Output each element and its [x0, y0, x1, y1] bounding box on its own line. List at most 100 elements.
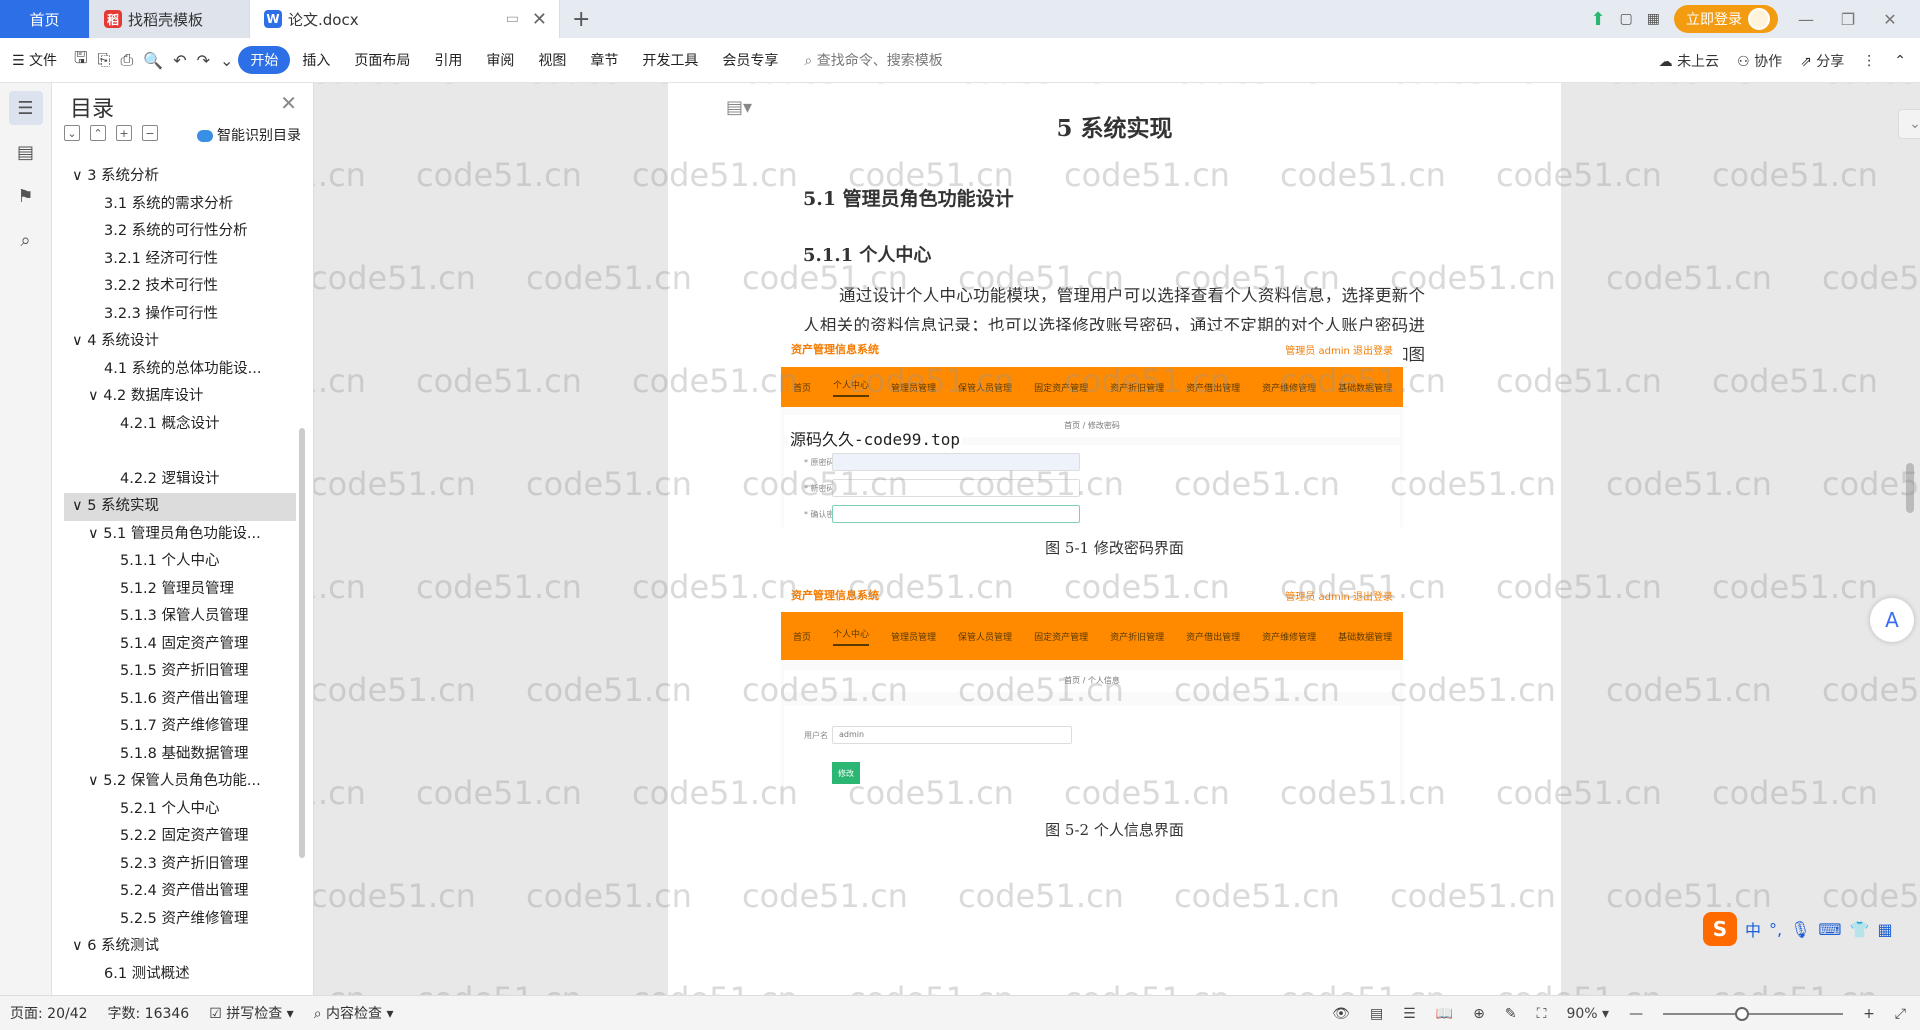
- toc-item[interactable]: 5.2.5 资产维修管理: [64, 906, 296, 934]
- outline-view-icon[interactable]: ☰: [1403, 1006, 1416, 1022]
- close-window-icon[interactable]: ✕: [1876, 10, 1904, 29]
- export-icon[interactable]: ⎘: [93, 50, 116, 70]
- navigation-icon[interactable]: ▤: [9, 135, 43, 169]
- ribbon-tab-member[interactable]: 会员专享: [710, 50, 790, 70]
- login-button[interactable]: 立即登录: [1674, 5, 1778, 33]
- layout-icon[interactable]: ▢: [1620, 11, 1633, 27]
- microphone-icon[interactable]: 🎙: [1790, 920, 1810, 939]
- toc-item[interactable]: 3.1 系统的需求分析: [64, 191, 296, 219]
- ribbon-tab-reference[interactable]: 引用: [422, 50, 474, 70]
- tab-home[interactable]: 首页: [0, 0, 90, 38]
- new-tab-icon[interactable]: +: [572, 7, 590, 32]
- toc-item[interactable]: 3.2.2 技术可行性: [64, 273, 296, 301]
- sogou-ime-icon[interactable]: S: [1703, 912, 1737, 946]
- spell-check[interactable]: ☑ 拼写检查 ▾: [199, 1003, 304, 1023]
- collab-button[interactable]: ⚇ 协作: [1737, 51, 1782, 71]
- grid-icon[interactable]: ▦: [1647, 11, 1660, 27]
- toc-item[interactable]: 5.1.8 基础数据管理: [64, 741, 296, 769]
- content-check[interactable]: ⌕ 内容检查 ▾: [304, 1003, 404, 1023]
- toc-item[interactable]: 3.2.3 操作可行性: [64, 301, 296, 329]
- toc-item[interactable]: 3.2 系统的可行性分析: [64, 218, 296, 246]
- toc-item[interactable]: ∨ 3 系统分析: [64, 163, 296, 191]
- page-indicator[interactable]: 页面: 20/42: [0, 1003, 98, 1023]
- toc-item[interactable]: 5.1.2 管理员管理: [64, 576, 296, 604]
- document-page[interactable]: ▤▾ 5 系统实现 5.1 管理员角色功能设计 5.1.1 个人中心 通过设计个…: [668, 83, 1561, 995]
- remove-heading-icon[interactable]: −: [142, 125, 158, 141]
- undo-icon[interactable]: ↶: [168, 51, 191, 70]
- keyboard-icon[interactable]: ⌨: [1818, 920, 1841, 939]
- web-view-icon[interactable]: ⊕: [1473, 1006, 1485, 1022]
- toc-panel-icon[interactable]: ☰: [8, 91, 43, 125]
- ime-language[interactable]: 中: [1745, 917, 1761, 941]
- skin-icon[interactable]: 👕: [1850, 920, 1870, 939]
- page-view-icon[interactable]: ▤: [1370, 1006, 1383, 1022]
- ime-grid-icon[interactable]: ▦: [1877, 920, 1892, 939]
- preview-icon[interactable]: 🔍: [138, 51, 168, 70]
- toc-item[interactable]: 6.1 测试概述: [64, 961, 296, 989]
- find-icon[interactable]: ⌕: [9, 223, 43, 257]
- ribbon-tab-start[interactable]: 开始: [238, 46, 291, 74]
- minimize-icon[interactable]: —: [1792, 10, 1820, 29]
- zoom-slider-thumb[interactable]: [1735, 1006, 1750, 1021]
- toc-item[interactable]: 5.2.3 资产折旧管理: [64, 851, 296, 879]
- expand-all-icon[interactable]: ⌃: [90, 125, 106, 141]
- close-tab-icon[interactable]: ✕: [532, 9, 547, 30]
- toc-item[interactable]: ∨ 4.2 数据库设计: [64, 383, 296, 411]
- toc-item[interactable]: 5.1.1 个人中心: [64, 548, 296, 576]
- read-view-icon[interactable]: 📖: [1436, 1006, 1453, 1022]
- collapse-all-icon[interactable]: ⌄: [64, 125, 80, 141]
- toc-item[interactable]: ∨ 6 系统测试: [64, 933, 296, 961]
- document-canvas[interactable]: ▤▾ 5 系统实现 5.1 管理员角色功能设计 5.1.1 个人中心 通过设计个…: [314, 83, 1920, 995]
- toc-item[interactable]: 5.1.6 资产借出管理: [64, 686, 296, 714]
- collapse-ribbon-icon[interactable]: ⌃: [1894, 53, 1906, 69]
- toc-item[interactable]: 5.1.3 保管人员管理: [64, 603, 296, 631]
- save-icon[interactable]: 🖫: [69, 47, 93, 74]
- print-icon[interactable]: ⎙: [115, 50, 138, 70]
- toc-item[interactable]: [64, 438, 296, 466]
- toc-item[interactable]: 5.1.7 资产维修管理: [64, 713, 296, 741]
- toc-item[interactable]: ∨ 5.1 管理员角色功能设...: [64, 521, 296, 549]
- zoom-level[interactable]: 90% ▾: [1566, 1006, 1609, 1022]
- eye-protection-icon[interactable]: 👁: [1332, 1006, 1350, 1022]
- zoom-slider[interactable]: [1663, 1006, 1844, 1021]
- restore-icon[interactable]: ❐: [1834, 10, 1862, 29]
- tab-template[interactable]: 稻 找稻壳模板: [90, 0, 250, 38]
- toc-item[interactable]: 3.2.1 经济可行性: [64, 246, 296, 274]
- zoom-out-icon[interactable]: —: [1629, 1006, 1643, 1022]
- more-quick-icon[interactable]: ⌄: [215, 51, 238, 70]
- toc-item[interactable]: ∨ 5.2 保管人员角色功能...: [64, 768, 296, 796]
- ribbon-tab-devtools[interactable]: 开发工具: [630, 50, 710, 70]
- ribbon-tab-layout[interactable]: 页面布局: [342, 50, 422, 70]
- redo-icon[interactable]: ↷: [192, 51, 215, 70]
- cloud-status[interactable]: ☁ 未上云: [1659, 51, 1719, 71]
- fit-page-icon[interactable]: ⛶: [1537, 1006, 1547, 1022]
- toc-item[interactable]: 5.1.4 固定资产管理: [64, 631, 296, 659]
- toc-item[interactable]: ∨ 5 系统实现: [64, 493, 296, 521]
- ime-punct[interactable]: °,: [1769, 920, 1782, 939]
- toc-item[interactable]: 4.2.1 概念设计: [64, 411, 296, 439]
- toc-item[interactable]: 4.1 系统的总体功能设...: [64, 356, 296, 384]
- toc-item[interactable]: 5.1.5 资产折旧管理: [64, 658, 296, 686]
- toc-item[interactable]: 4.2.2 逻辑设计: [64, 466, 296, 494]
- more-icon[interactable]: ⋮: [1862, 53, 1876, 69]
- zoom-in-icon[interactable]: +: [1863, 1006, 1875, 1022]
- word-count[interactable]: 字数: 16346: [98, 1003, 200, 1023]
- command-search[interactable]: ⌕ 查找命令、搜索模板: [804, 50, 942, 70]
- add-heading-icon[interactable]: +: [116, 125, 132, 141]
- bookmark-icon[interactable]: ⚑: [9, 179, 43, 213]
- upload-icon[interactable]: ⬆: [1590, 9, 1605, 30]
- ribbon-tab-insert[interactable]: 插入: [290, 50, 342, 70]
- ribbon-tab-section[interactable]: 章节: [578, 50, 630, 70]
- tab-document[interactable]: W 论文.docx ▭ ✕: [250, 0, 560, 38]
- toc-item[interactable]: 5.2.4 资产借出管理: [64, 878, 296, 906]
- smart-toc-button[interactable]: 智能识别目录: [197, 125, 301, 145]
- pen-icon[interactable]: ✎: [1505, 1006, 1517, 1022]
- file-menu[interactable]: ☰ 文件: [0, 50, 69, 70]
- toc-scrollbar[interactable]: [299, 428, 305, 858]
- share-button[interactable]: ⇗ 分享: [1800, 51, 1844, 71]
- toc-item[interactable]: 5.2.2 固定资产管理: [64, 823, 296, 851]
- vertical-scrollbar[interactable]: [1906, 463, 1914, 513]
- fullscreen-icon[interactable]: ⤢: [1895, 1006, 1906, 1022]
- toc-item[interactable]: ∨ 4 系统设计: [64, 328, 296, 356]
- side-panel-toggle-icon[interactable]: ⌄: [1898, 109, 1920, 139]
